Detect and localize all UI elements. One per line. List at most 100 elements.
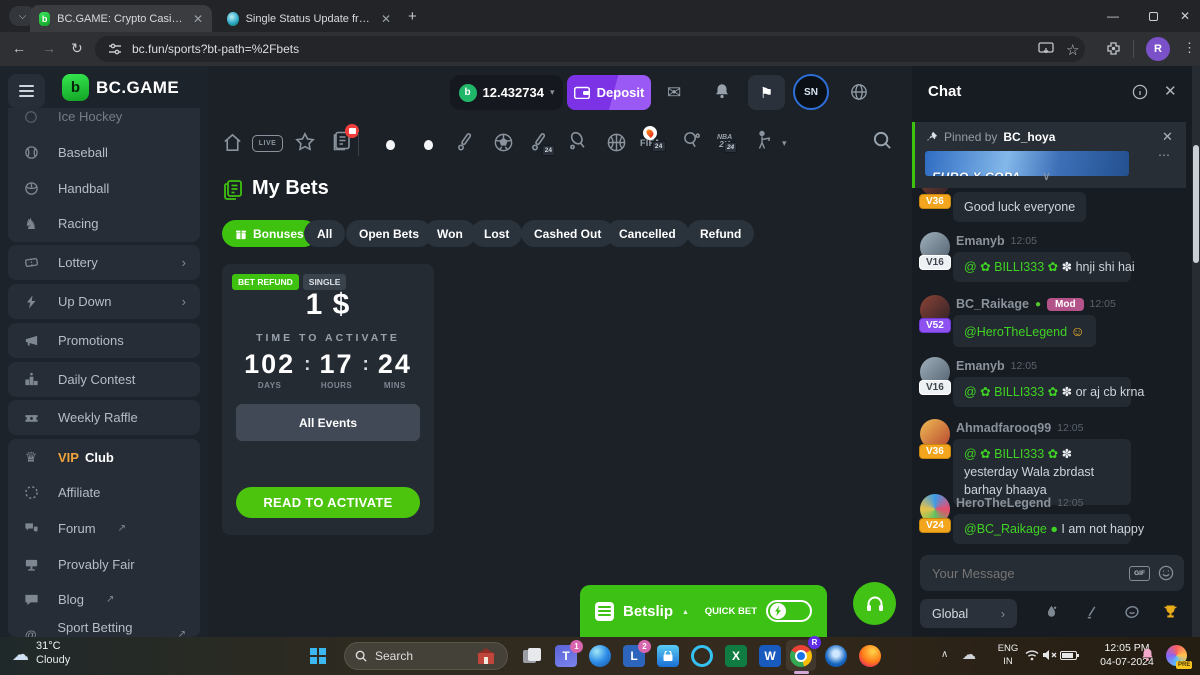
tab-close-icon[interactable]: ✕ (193, 12, 203, 26)
balance-selector[interactable]: b 12.432734 ▾ (450, 75, 563, 110)
tab-cancelled[interactable]: Cancelled (606, 220, 689, 247)
teams-icon[interactable]: T 1 (554, 644, 578, 668)
username[interactable]: Ahmadfarooq99 (956, 421, 1051, 435)
forward-icon[interactable]: → (42, 40, 56, 56)
support-button[interactable] (853, 582, 896, 625)
basketball-icon[interactable] (606, 132, 627, 153)
volume-muted-icon[interactable] (1042, 649, 1058, 661)
chevron-down-icon[interactable]: ∨ (1042, 169, 1051, 183)
task-view-icon[interactable] (520, 644, 544, 668)
tab-cashed-out[interactable]: Cashed Out (521, 220, 614, 247)
username[interactable]: BC_Raikage (956, 297, 1029, 311)
browser-profile-avatar[interactable]: R (1146, 37, 1170, 61)
pinned-banner[interactable]: EURO X COPA (925, 151, 1129, 176)
cloud-weather-icon[interactable]: ☁ (12, 645, 29, 665)
pinned-close-icon[interactable]: ✕ (1162, 129, 1173, 145)
alexa-icon[interactable] (690, 644, 714, 668)
store-icon[interactable] (656, 644, 680, 668)
rain-drop-icon[interactable] (1044, 604, 1059, 620)
read-to-activate-button[interactable]: READ TO ACTIVATE (236, 487, 420, 518)
clock[interactable]: 12:05 PM 04-07-2024 (1086, 641, 1168, 669)
trophy-icon[interactable] (1162, 604, 1179, 620)
battery-icon[interactable] (1060, 651, 1077, 660)
tab-refund[interactable]: Refund (687, 220, 754, 247)
weather-temperature[interactable]: 31°C (36, 640, 61, 652)
sidebar-item-blog[interactable]: Blog ↗ (8, 582, 200, 617)
tab-lost[interactable]: Lost (471, 220, 522, 247)
wifi-icon[interactable] (1024, 648, 1040, 662)
sidebar-item-up-down[interactable]: Up Down › (8, 284, 200, 319)
cricket-24-icon[interactable]: 24 (530, 132, 550, 152)
browser-tab-1[interactable]: b BC.GAME: Crypto Casino Game ✕ (30, 5, 212, 32)
window-close-button[interactable]: ✕ (1164, 0, 1200, 32)
sidebar-item-racing[interactable]: ♞ Racing (8, 206, 200, 241)
sidebar-item-weekly-raffle[interactable]: Weekly Raffle (8, 400, 200, 435)
chat-room-selector[interactable]: Global › (920, 599, 1017, 628)
coin-drop-icon[interactable] (1124, 604, 1140, 620)
chrome-icon[interactable]: R (786, 640, 816, 671)
window-minimize-button[interactable]: — (1092, 0, 1134, 32)
sidebar-item-forum[interactable]: Forum ↗ (8, 511, 200, 546)
sports-news-flag-button[interactable]: ⚑ (748, 75, 785, 110)
tab-close-icon[interactable]: ✕ (381, 12, 391, 26)
tab-bonuses[interactable]: Bonuses (222, 220, 317, 247)
word-icon[interactable]: W (758, 644, 782, 668)
site-settings-icon[interactable] (108, 42, 122, 56)
menu-hamburger-button[interactable] (8, 74, 45, 108)
edge-icon[interactable] (588, 644, 612, 668)
extensions-icon[interactable] (1106, 41, 1121, 56)
sidebar-item-promotions[interactable]: Promotions (8, 323, 200, 358)
tab-all[interactable]: All (304, 220, 345, 247)
language-indicator[interactable]: ENGIN (993, 642, 1023, 668)
username[interactable]: Emanyb (956, 359, 1005, 373)
search-icon[interactable] (872, 130, 893, 151)
tab-open-bets[interactable]: Open Bets (346, 220, 432, 247)
tab-won[interactable]: Won (424, 220, 476, 247)
taskbar-search[interactable]: Search (344, 642, 508, 670)
sidebar-item-lottery[interactable]: Lottery › (8, 245, 200, 280)
browser-menu-icon[interactable]: ⋮ (1183, 40, 1196, 56)
tennis-icon[interactable] (568, 130, 590, 152)
username[interactable]: Emanyb (956, 234, 1005, 248)
home-icon[interactable] (222, 132, 243, 153)
sidebar-item-handball[interactable]: Handball (8, 171, 200, 206)
url-bar[interactable]: bc.fun/sports?bt-path=%2Fbets (95, 36, 1085, 62)
tray-expand-icon[interactable]: ∧ (941, 649, 948, 660)
fifa-icon[interactable]: FIFA 24 (640, 138, 661, 148)
bell-icon[interactable] (713, 82, 731, 101)
gif-icon[interactable]: GIF (1129, 566, 1150, 581)
cricket-icon[interactable] (456, 132, 476, 152)
notification-bell-icon[interactable] (1140, 647, 1155, 663)
live-icon[interactable]: LIVE (252, 135, 283, 152)
sidebar-item-daily-contest[interactable]: Daily Contest (8, 362, 200, 397)
bcgame-logo-text[interactable]: BC.GAME (96, 78, 179, 98)
emoji-icon[interactable] (1158, 565, 1174, 581)
excel-icon[interactable]: X (724, 644, 748, 668)
user-avatar[interactable]: SN (793, 74, 829, 110)
scrollbar-thumb[interactable] (1193, 145, 1199, 263)
sidebar-item-affiliate[interactable]: Affiliate (8, 475, 200, 510)
chevron-down-icon[interactable]: ▾ (782, 138, 787, 149)
deposit-button[interactable]: Deposit (567, 75, 651, 110)
linkedin-icon[interactable]: L 2 (622, 644, 646, 668)
sidebar-item-provably-fair[interactable]: Provably Fair (8, 547, 200, 582)
back-icon[interactable]: ← (12, 40, 26, 56)
all-events-button[interactable]: All Events (236, 404, 420, 441)
favorites-star-icon[interactable] (294, 131, 316, 153)
send-to-device-icon[interactable] (1038, 41, 1054, 56)
weather-condition[interactable]: Cloudy (36, 654, 70, 666)
sidebar-item-vip-club[interactable]: ♛ VIP Club (8, 440, 200, 475)
start-button[interactable] (310, 648, 326, 664)
onedrive-cloud-icon[interactable]: ☁ (962, 646, 976, 663)
browser-tab-2[interactable]: Single Status Update from 07/0 ✕ (218, 5, 400, 32)
bookmark-star-icon[interactable]: ☆ (1066, 41, 1079, 59)
rules-pen-icon[interactable] (1084, 604, 1099, 620)
mail-icon[interactable]: ✉ (667, 83, 681, 103)
betslip-list-icon[interactable] (332, 130, 352, 152)
soccer-icon[interactable] (493, 132, 514, 153)
more-icon[interactable]: ⋯ (1158, 148, 1170, 162)
firefox-icon[interactable] (858, 644, 882, 668)
nba2k-icon[interactable]: NBA2K 24 (717, 134, 732, 149)
sidebar-item-sport-betting-insight[interactable]: @ Sport Betting Insig ↗ (8, 617, 200, 637)
quick-bet-toggle[interactable] (766, 600, 812, 622)
